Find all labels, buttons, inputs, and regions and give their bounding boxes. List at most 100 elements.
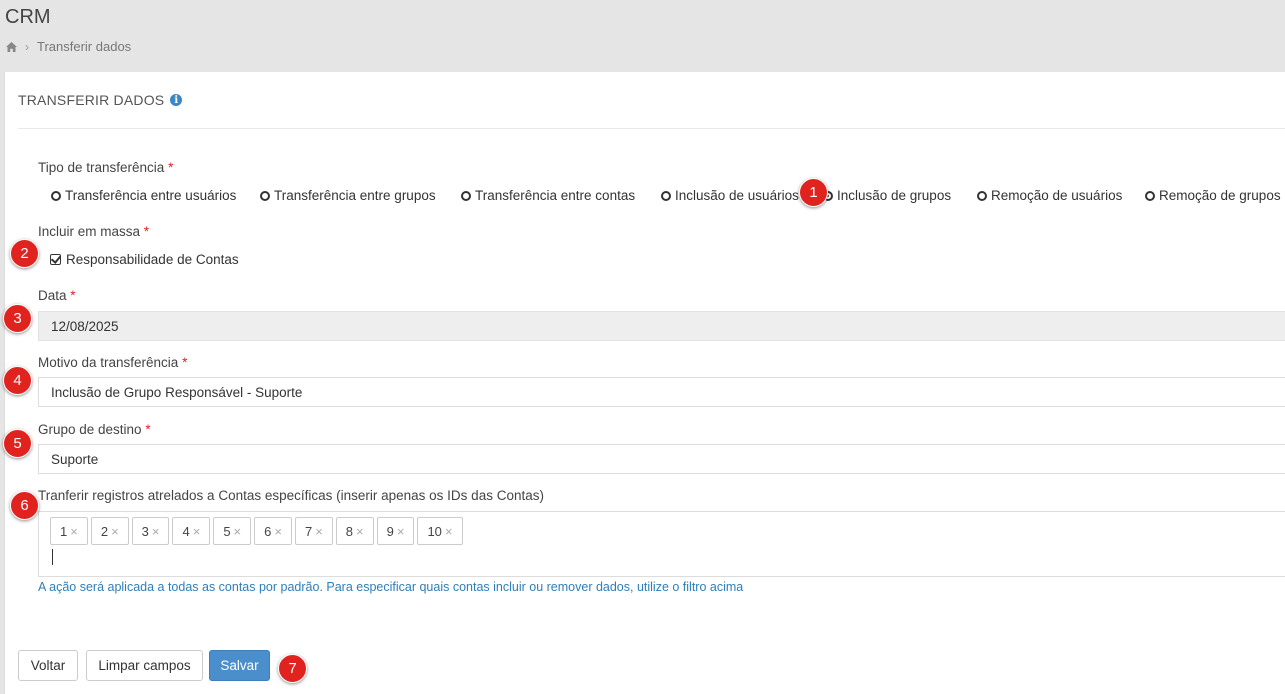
account-tag: 4 ×: [172, 517, 211, 545]
bulk-include-label-text: Incluir em massa: [38, 224, 141, 239]
tag-label: 1: [60, 523, 68, 539]
transfer-type-options: Transferência entre usuários Transferênc…: [51, 188, 1285, 204]
account-tag: 9 ×: [376, 517, 415, 545]
date-label: Data *: [38, 288, 76, 303]
radio-include-users[interactable]: Inclusão de usuários: [661, 188, 799, 203]
radio-transfer-groups[interactable]: Transferência entre grupos: [260, 188, 436, 203]
radio-remove-groups[interactable]: Remoção de grupos: [1145, 188, 1281, 203]
accounts-help-text: A ação será aplicada a todas as contas p…: [38, 580, 744, 594]
reason-label: Motivo da transferência *: [38, 355, 187, 370]
tag-label: 4: [182, 523, 190, 539]
info-icon[interactable]: i: [170, 94, 183, 106]
account-tag: 2 ×: [90, 517, 129, 545]
annotation-badge-3: 3: [3, 304, 32, 333]
account-tag: 6 ×: [254, 517, 292, 545]
required-mark: *: [182, 355, 188, 370]
date-label-text: Data: [38, 288, 67, 303]
radio-transfer-users[interactable]: Transferência entre usuários: [51, 188, 236, 203]
save-button[interactable]: Salvar: [209, 650, 270, 681]
required-mark: *: [70, 288, 76, 303]
account-tag: 10 ×: [417, 517, 463, 545]
radio-label: Remoção de usuários: [991, 188, 1123, 203]
remove-tag-icon[interactable]: ×: [397, 524, 405, 539]
account-tag: 7 ×: [294, 517, 333, 545]
breadcrumb-current: Transferir dados: [37, 39, 132, 54]
radio-icon[interactable]: [461, 190, 471, 201]
transfer-type-label: Tipo de transferência *: [38, 160, 173, 175]
account-ids-input[interactable]: 1 × 2 × 3 × 4 × 5 × 6 × 7 × 8 × 9 × 10 ×: [38, 511, 1285, 577]
tag-label: 3: [141, 523, 149, 539]
required-mark: *: [143, 224, 150, 239]
required-mark: *: [168, 160, 174, 175]
back-button[interactable]: Voltar: [18, 650, 78, 681]
tag-label: 10: [427, 523, 442, 539]
page-title: TRANSFERIR DADOS i: [18, 92, 183, 108]
account-tag: 8 ×: [335, 517, 374, 545]
radio-icon[interactable]: [1145, 190, 1155, 201]
reason-field[interactable]: Inclusão de Grupo Responsável - Suporte: [38, 377, 1285, 407]
remove-tag-icon[interactable]: ×: [234, 524, 242, 539]
tag-label: 6: [264, 523, 272, 539]
clear-fields-button[interactable]: Limpar campos: [86, 650, 203, 681]
title-divider: [18, 128, 1285, 129]
radio-remove-users[interactable]: Remoção de usuários: [977, 188, 1122, 203]
tag-label: 7: [304, 523, 313, 539]
target-group-label-text: Grupo de destino: [38, 422, 142, 437]
account-tag: 1 ×: [50, 517, 88, 545]
radio-label: Transferência entre contas: [475, 188, 636, 203]
target-group-value: Suporte: [51, 451, 99, 467]
account-tag: 3 ×: [131, 517, 170, 545]
remove-tag-icon[interactable]: ×: [274, 524, 282, 539]
remove-tag-icon[interactable]: ×: [111, 524, 119, 539]
transfer-type-label-text: Tipo de transferência: [38, 160, 165, 175]
remove-tag-icon[interactable]: ×: [356, 524, 364, 539]
account-tags: 1 × 2 × 3 × 4 × 5 × 6 × 7 × 8 × 9 × 10 ×: [50, 517, 463, 545]
bulk-include-label: Incluir em massa *: [38, 224, 149, 239]
radio-icon[interactable]: [977, 190, 987, 201]
remove-tag-icon[interactable]: ×: [152, 524, 160, 539]
tag-label: 2: [100, 523, 109, 539]
remove-tag-icon[interactable]: ×: [445, 524, 453, 539]
radio-icon[interactable]: [661, 190, 671, 201]
annotation-badge-5: 5: [3, 429, 32, 458]
date-field[interactable]: 12/08/2025: [38, 311, 1285, 341]
radio-label: Inclusão de usuários: [675, 188, 799, 203]
page-title-text: TRANSFERIR DADOS: [18, 92, 165, 108]
radio-label: Inclusão de grupos: [837, 188, 952, 203]
radio-include-groups[interactable]: Inclusão de grupos: [823, 188, 951, 203]
transfer-card: TRANSFERIR DADOS i Tipo de transferência…: [5, 72, 1285, 694]
radio-transfer-accounts[interactable]: Transferência entre contas: [461, 188, 635, 203]
annotation-badge-6: 6: [10, 491, 39, 520]
date-value: 12/08/2025: [51, 318, 119, 334]
remove-tag-icon[interactable]: ×: [193, 524, 201, 539]
checkbox-label: Responsabilidade de Contas: [66, 252, 239, 267]
chevron-right-icon: ›: [25, 39, 29, 54]
radio-label: Remoção de grupos: [1159, 188, 1281, 203]
radio-label: Transferência entre usuários: [65, 188, 237, 203]
app-title: CRM: [5, 6, 51, 28]
breadcrumb: › Transferir dados: [6, 39, 131, 54]
annotation-badge-2: 2: [10, 239, 39, 268]
reason-value: Inclusão de Grupo Responsável - Suporte: [51, 384, 303, 400]
checkbox-account-responsibility[interactable]: Responsabilidade de Contas: [50, 252, 239, 267]
required-mark: *: [145, 422, 151, 437]
annotation-badge-1: 1: [799, 178, 828, 207]
radio-icon[interactable]: [260, 190, 270, 201]
tag-label: 8: [345, 523, 354, 539]
annotation-badge-4: 4: [3, 366, 32, 395]
tag-label: 9: [386, 523, 394, 539]
reason-label-text: Motivo da transferência: [38, 355, 179, 370]
account-tag: 5 ×: [213, 517, 252, 545]
home-icon[interactable]: [6, 41, 17, 52]
radio-icon[interactable]: [51, 190, 61, 201]
text-caret: [52, 549, 53, 565]
target-group-label: Grupo de destino *: [38, 422, 151, 437]
remove-tag-icon[interactable]: ×: [315, 524, 323, 539]
radio-label: Transferência entre grupos: [274, 188, 436, 203]
annotation-badge-7: 7: [278, 654, 307, 683]
target-group-select[interactable]: Suporte: [38, 444, 1285, 474]
checkbox-checked-icon[interactable]: [50, 254, 61, 265]
remove-tag-icon[interactable]: ×: [70, 524, 78, 539]
accounts-label: Tranferir registros atrelados a Contas e…: [38, 488, 544, 503]
tag-label: 5: [223, 523, 231, 539]
